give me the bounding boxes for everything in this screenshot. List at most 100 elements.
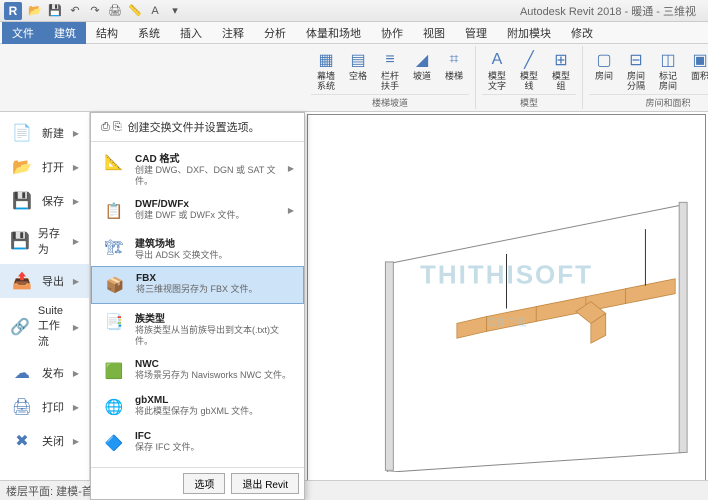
tab-insert[interactable]: 插入	[170, 22, 212, 44]
file-item-3[interactable]: 💾另存为▶	[0, 218, 89, 264]
export-item--[interactable]: 🏗建筑场地导出 ADSK 交换文件。	[91, 229, 304, 267]
export-item-cad-[interactable]: 📐CAD 格式创建 DWG、DXF、DGN 或 SAT 文件。▶	[91, 144, 304, 193]
tab-structure[interactable]: 结构	[86, 22, 128, 44]
export-item-desc: 保存 IFC 文件。	[135, 442, 294, 453]
tab-architecture[interactable]: 建筑	[44, 22, 86, 44]
3d-viewport[interactable]: THITHISOFT 软件下载	[307, 114, 706, 498]
chevron-right-icon: ▶	[73, 403, 79, 412]
btn-modelgroup[interactable]: ⊞模型组	[546, 47, 576, 94]
export-item-title: IFC	[135, 431, 294, 442]
3d-model	[308, 115, 705, 472]
export-item-nwc[interactable]: 🟩NWC将场景另存为 Navisworks NWC 文件。	[91, 353, 304, 389]
btn-roomsep[interactable]: ⊟房间分隔	[621, 47, 651, 94]
qat-measure-icon[interactable]: 📏	[128, 4, 142, 18]
watermark-sub: 软件下载	[487, 314, 527, 329]
qat-text-icon[interactable]: A	[148, 4, 162, 18]
file-item-icon: 📂	[10, 157, 34, 177]
tab-collab[interactable]: 协作	[371, 22, 413, 44]
file-item-icon: 💾	[10, 231, 30, 251]
sep-icon: ⊟	[625, 49, 647, 71]
options-button[interactable]: 选项	[183, 473, 225, 494]
export-item-desc: 导出 ADSK 交换文件。	[135, 250, 294, 261]
file-item-label: 另存为	[38, 225, 65, 257]
file-item-icon: 🔗	[10, 317, 30, 337]
file-item-label: 发布	[42, 365, 64, 381]
submenu-footer: 选项 退出 Revit	[91, 467, 304, 499]
export-item-icon: 🌐	[101, 395, 127, 419]
export-item-ifc[interactable]: 🔷IFC保存 IFC 文件。	[91, 425, 304, 461]
chevron-right-icon: ▶	[73, 163, 79, 172]
chevron-right-icon: ▶	[288, 164, 294, 173]
tab-modify[interactable]: 修改	[561, 22, 603, 44]
app-logo[interactable]: R	[4, 2, 22, 20]
btn-modelline[interactable]: ╱模型线	[514, 47, 544, 94]
export-item-title: FBX	[136, 273, 293, 284]
file-item-1[interactable]: 📂打开▶	[0, 150, 89, 184]
export-item-icon: 📑	[101, 310, 127, 334]
stair-icon: ⌗	[443, 49, 465, 71]
tab-manage[interactable]: 管理	[455, 22, 497, 44]
exit-button[interactable]: 退出 Revit	[231, 473, 299, 494]
export-item-title: 建筑场地	[135, 235, 294, 250]
btn-curtain[interactable]: ▦幕墙系统	[311, 47, 341, 94]
tab-analyze[interactable]: 分析	[254, 22, 296, 44]
ribbon-group-stairs: ▦幕墙系统 ▤空格 ≡栏杆扶手 ◢坡道 ⌗楼梯 楼梯坡道	[305, 46, 476, 109]
file-item-7[interactable]: 🖨打印▶	[0, 390, 89, 424]
tab-view[interactable]: 视图	[413, 22, 455, 44]
btn-ramp[interactable]: ◢坡道	[407, 47, 437, 84]
btn-area[interactable]: ▣面积	[685, 47, 708, 84]
file-item-icon: ✖	[10, 431, 34, 451]
btn-room[interactable]: ▢房间	[589, 47, 619, 84]
btn-railing[interactable]: ≡栏杆扶手	[375, 47, 405, 94]
file-item-label: Suite 工作流	[38, 305, 65, 349]
export-item-fbx[interactable]: 📦FBX将三维视图另存为 FBX 文件。	[91, 266, 304, 304]
file-item-label: 关闭	[42, 433, 64, 449]
file-item-label: 新建	[42, 125, 64, 141]
tab-massing[interactable]: 体量和场地	[296, 22, 371, 44]
submenu-header: ⎙ ⎘ 创建交换文件并设置选项。	[91, 113, 304, 142]
export-item--[interactable]: 📑族类型将族类型从当前族导出到文本(.txt)文件。	[91, 304, 304, 353]
file-item-6[interactable]: ☁发布▶	[0, 356, 89, 390]
tab-systems[interactable]: 系统	[128, 22, 170, 44]
group-label-room: 房间和面积	[589, 94, 708, 109]
ribbon-group-room: ▢房间 ⊟房间分隔 ◫标记房间 ▣面积 ▭面积标记 房间和面积	[583, 46, 708, 109]
room-icon: ▢	[593, 49, 615, 71]
group-icon: ⊞	[550, 49, 572, 71]
qat-more-icon[interactable]: ▾	[168, 4, 182, 18]
export-item-title: CAD 格式	[135, 150, 280, 165]
file-item-8[interactable]: ✖关闭▶	[0, 424, 89, 458]
file-item-5[interactable]: 🔗Suite 工作流▶	[0, 298, 89, 356]
main-area: 📄新建▶📂打开▶💾保存▶💾另存为▶📤导出▶🔗Suite 工作流▶☁发布▶🖨打印▶…	[0, 112, 708, 500]
submenu-title: 创建交换文件并设置选项。	[128, 119, 260, 135]
chevron-right-icon: ▶	[288, 206, 294, 215]
tab-annotate[interactable]: 注释	[212, 22, 254, 44]
tab-addins[interactable]: 附加模块	[497, 22, 561, 44]
qat-save-icon[interactable]: 💾	[48, 4, 62, 18]
export-item-dwf-dwfx[interactable]: 📋DWF/DWFx创建 DWF 或 DWFx 文件。▶	[91, 193, 304, 229]
export-item-title: NWC	[135, 359, 294, 370]
export-item-gbxml[interactable]: 🌐gbXML将此模型保存为 gbXML 文件。	[91, 389, 304, 425]
export-item-icon: 📦	[102, 273, 128, 297]
file-item-icon: 📄	[10, 123, 34, 143]
file-item-label: 打印	[42, 399, 64, 415]
file-item-2[interactable]: 💾保存▶	[0, 184, 89, 218]
file-item-label: 保存	[42, 193, 64, 209]
file-item-icon: ☁	[10, 363, 34, 383]
btn-tagroom[interactable]: ◫标记房间	[653, 47, 683, 94]
file-item-4[interactable]: 📤导出▶	[0, 264, 89, 298]
qat-print-icon[interactable]: 🖨	[108, 4, 122, 18]
qat-open-icon[interactable]: 📂	[28, 4, 42, 18]
btn-mullion[interactable]: ▤空格	[343, 47, 373, 84]
file-item-0[interactable]: 📄 新建 ▶	[0, 116, 89, 150]
header-icons: ⎙ ⎘	[101, 121, 122, 134]
btn-modeltext[interactable]: A模型文字	[482, 47, 512, 94]
qat-undo-icon[interactable]: ↶	[68, 4, 82, 18]
btn-stair[interactable]: ⌗楼梯	[439, 47, 469, 84]
qat-redo-icon[interactable]: ↷	[88, 4, 102, 18]
tab-file[interactable]: 文件	[2, 22, 44, 44]
chevron-right-icon: ▶	[73, 129, 79, 138]
chevron-right-icon: ▶	[73, 197, 79, 206]
export-item-icon: 🟩	[101, 359, 127, 383]
export-item-desc: 创建 DWG、DXF、DGN 或 SAT 文件。	[135, 165, 280, 187]
export-item-desc: 创建 DWF 或 DWFx 文件。	[135, 210, 280, 221]
